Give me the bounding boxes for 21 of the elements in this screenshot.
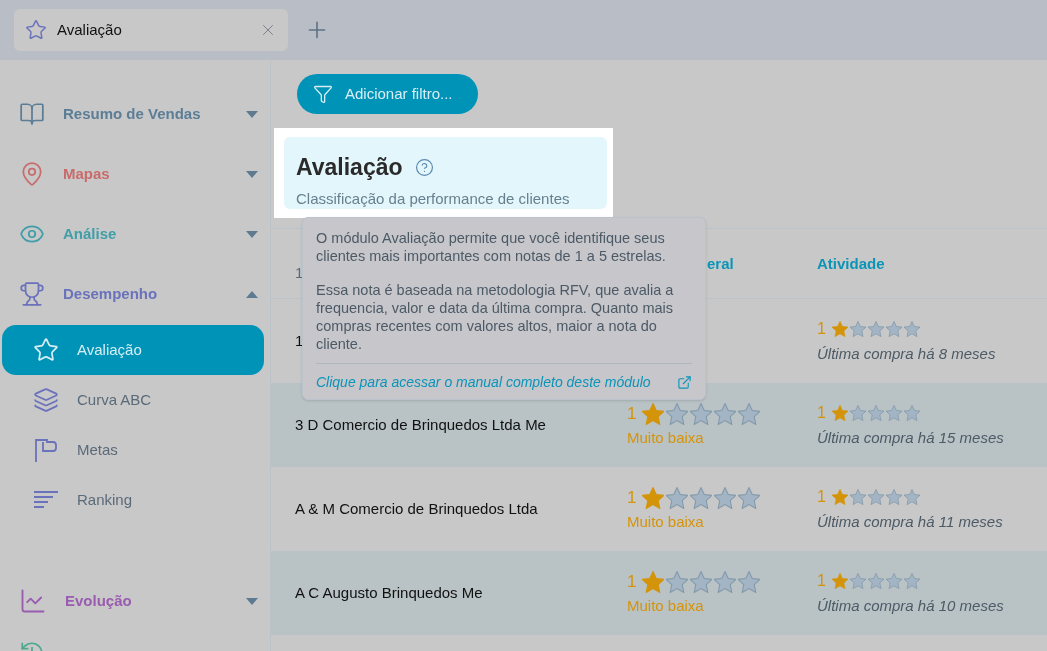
- score: 1: [627, 571, 637, 593]
- rating-level: Muito baixa: [627, 511, 705, 532]
- client-name: 3 D Comercio de Brinquedos Ltda Me: [295, 416, 546, 433]
- page-subtitle: Classificação da performance de clientes: [296, 188, 571, 209]
- rating-level: Muito baixa: [627, 427, 705, 448]
- score: 1: [627, 403, 637, 425]
- score: 1: [817, 486, 826, 507]
- score: 1: [817, 402, 826, 423]
- last-purchase: Última compra há 15 meses: [817, 427, 1004, 448]
- last-purchase: Última compra há 10 meses: [817, 595, 1004, 616]
- last-purchase: Última compra há 11 meses: [817, 511, 1003, 532]
- tooltip-text: O módulo Avaliação permite que você identifique seus clientes mais importantes com notas de 1 a 5 estrelas.: [316, 229, 667, 265]
- score: 1: [817, 570, 826, 591]
- page-title: Avaliação: [296, 153, 403, 182]
- client-name: A & M Comercio de Brinquedos Ltda: [295, 500, 538, 517]
- rating-level: Muito baixa: [627, 595, 705, 616]
- last-purchase: Última compra há 8 meses: [817, 343, 996, 364]
- score: 1: [627, 487, 637, 509]
- client-name: A C Augusto Brinquedos Me: [295, 584, 483, 601]
- score: 1: [817, 318, 826, 339]
- tooltip-text: Essa nota é baseada na metodologia RFV, que avalia a frequencia, valor e data da última compra. Quanto mais compras recentes com valores altos, maior a nota do cliente.: [316, 281, 675, 353]
